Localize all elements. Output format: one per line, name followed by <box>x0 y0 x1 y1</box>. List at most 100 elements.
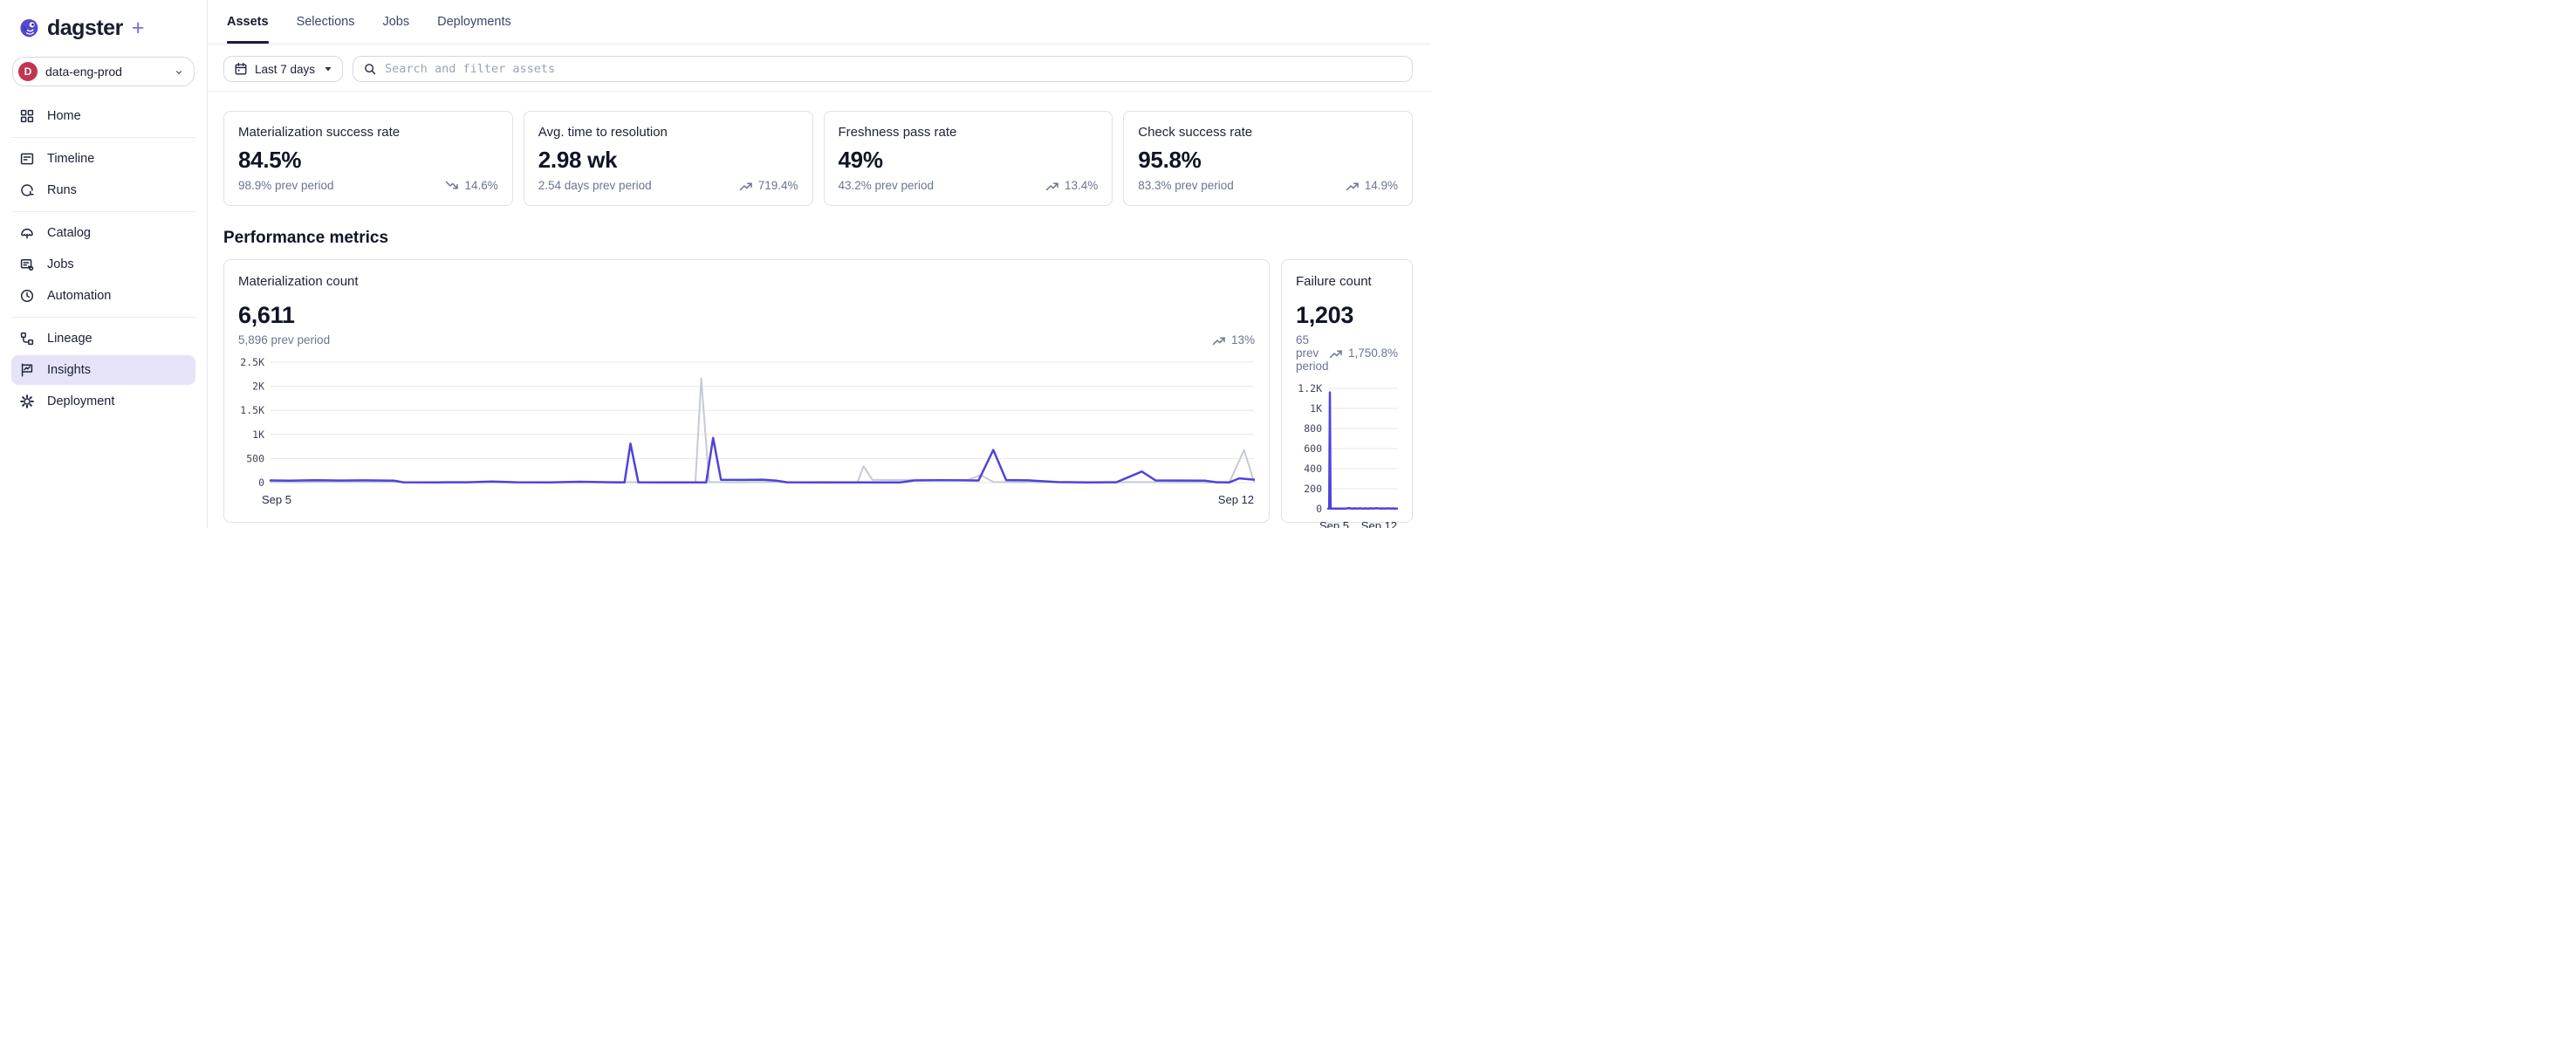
svg-text:Sep 12: Sep 12 <box>1361 519 1397 528</box>
chart-title: Failure count <box>1296 274 1398 289</box>
sidebar-item-lineage[interactable]: Lineage <box>11 324 195 353</box>
trend-value: 719.4% <box>758 179 798 192</box>
timeline-icon <box>19 151 35 167</box>
filter-bar: Last 7 days <box>208 45 1431 92</box>
sidebar-item-label: Automation <box>47 289 111 303</box>
metric-prev-period: 98.9% prev period <box>238 179 334 192</box>
sidebar-item-automation[interactable]: Automation <box>11 281 195 311</box>
sidebar-item-deployment[interactable]: Deployment <box>11 387 195 416</box>
metric-cards-row: Materialization success rate 84.5% 98.9% p… <box>223 111 1413 206</box>
sidebar-item-label: Deployment <box>47 394 114 408</box>
line-chart[interactable]: 05001K1.5K2K2.5KSep 5Sep 12 <box>238 353 1255 509</box>
trend-value: 14.6% <box>464 179 497 192</box>
svg-text:500: 500 <box>246 452 264 464</box>
trending-up-icon <box>739 180 753 192</box>
svg-text:1K: 1K <box>252 429 264 441</box>
chart-prev-period: 65 prev period <box>1296 333 1329 373</box>
svg-text:800: 800 <box>1304 422 1322 435</box>
sidebar-item-label: Lineage <box>47 332 92 346</box>
trending-up-icon <box>1346 180 1360 192</box>
tab-assets[interactable]: Assets <box>227 0 269 44</box>
search-input[interactable] <box>353 56 1413 82</box>
brand-plus-badge: + <box>132 16 145 41</box>
svg-text:1K: 1K <box>1310 402 1322 415</box>
sidebar-item-catalog[interactable]: Catalog <box>11 218 195 248</box>
sidebar: dagster + D data-eng-prod Home Timeline Ru… <box>0 0 208 528</box>
metric-value: 2.98 wk <box>538 147 798 174</box>
metric-title: Freshness pass rate <box>839 125 1099 140</box>
metric-value: 84.5% <box>238 147 498 174</box>
metric-card: Avg. time to resolution 2.98 wk 2.54 days … <box>524 111 813 206</box>
chart-footer: 65 prev period 1,750.8% <box>1296 333 1398 373</box>
metric-title: Avg. time to resolution <box>538 125 798 140</box>
metric-footer: 98.9% prev period 14.6% <box>238 179 498 192</box>
insights-content: Materialization success rate 84.5% 98.9% p… <box>208 92 1431 528</box>
trending-up-icon <box>1212 334 1226 346</box>
svg-text:400: 400 <box>1304 463 1322 475</box>
trending-up-icon <box>1329 347 1343 360</box>
gear-icon <box>19 394 35 409</box>
trending-up-icon <box>1045 180 1059 192</box>
line-chart[interactable]: 02004006008001K1.2KSep 5Sep 12 <box>1296 380 1398 528</box>
sidebar-nav: Home Timeline Runs Catalog Jobs Automation Lin… <box>0 100 207 418</box>
trend-value: 1,750.8% <box>1348 346 1398 360</box>
tab-deployments[interactable]: Deployments <box>437 0 511 44</box>
jobs-icon <box>19 257 35 272</box>
date-range-button[interactable]: Last 7 days <box>223 56 343 82</box>
sidebar-item-label: Runs <box>47 183 77 197</box>
metric-prev-period: 83.3% prev period <box>1138 179 1234 192</box>
metric-value: 49% <box>839 147 1099 174</box>
sidebar-divider <box>11 137 195 138</box>
chart-host: 05001K1.5K2K2.5KSep 5Sep 12 <box>238 353 1255 515</box>
main-area: Assets Selections Jobs Deployments Last 7 d… <box>208 0 1431 528</box>
runs-icon <box>19 182 35 198</box>
sidebar-divider <box>11 317 195 318</box>
lineage-icon <box>19 331 35 346</box>
metric-value: 95.8% <box>1138 147 1398 174</box>
trend-indicator: 1,750.8% <box>1329 346 1398 360</box>
svg-text:Sep 12: Sep 12 <box>1218 493 1254 506</box>
sidebar-item-home[interactable]: Home <box>11 101 195 131</box>
svg-text:2K: 2K <box>252 381 264 393</box>
metric-footer: 83.3% prev period 14.9% <box>1138 179 1398 192</box>
chart-card: Failure count1,20365 prev period1,750.8%… <box>1281 259 1413 523</box>
metric-prev-period: 2.54 days prev period <box>538 179 652 192</box>
deployment-selector-label: data-eng-prod <box>45 65 165 79</box>
metric-title: Check success rate <box>1138 125 1398 140</box>
sidebar-item-timeline[interactable]: Timeline <box>11 144 195 174</box>
sidebar-item-insights[interactable]: Insights <box>11 355 195 385</box>
trending-down-icon <box>445 180 459 192</box>
trend-indicator: 13.4% <box>1045 179 1098 192</box>
brand-wordmark: dagster <box>47 16 123 41</box>
home-grid-icon <box>19 108 35 124</box>
chart-cards-row: Materialization count6,6115,896 prev per… <box>223 259 1413 523</box>
svg-text:200: 200 <box>1304 483 1322 495</box>
search-icon <box>363 62 377 76</box>
metric-title: Materialization success rate <box>238 125 498 140</box>
dagster-octopus-icon <box>19 18 40 39</box>
brand-logo: dagster + <box>0 0 207 41</box>
sidebar-divider <box>11 211 195 212</box>
sidebar-item-label: Timeline <box>47 152 94 166</box>
trend-indicator: 14.9% <box>1346 179 1398 192</box>
metric-prev-period: 43.2% prev period <box>839 179 935 192</box>
chart-footer: 5,896 prev period13% <box>238 333 1255 346</box>
chart-prev-period: 5,896 prev period <box>238 333 330 346</box>
chart-value: 6,611 <box>238 302 1255 329</box>
sidebar-item-label: Insights <box>47 363 91 377</box>
search-container <box>353 56 1413 82</box>
metric-card: Materialization success rate 84.5% 98.9% p… <box>223 111 513 206</box>
metric-card: Check success rate 95.8% 83.3% prev period… <box>1123 111 1413 206</box>
tab-selections[interactable]: Selections <box>297 0 355 44</box>
chart-host: 02004006008001K1.2KSep 5Sep 12 <box>1296 380 1398 528</box>
sidebar-item-label: Jobs <box>47 257 74 271</box>
sidebar-item-runs[interactable]: Runs <box>11 175 195 205</box>
deployment-avatar: D <box>18 62 38 81</box>
metric-card: Freshness pass rate 49% 43.2% prev period 1… <box>824 111 1113 206</box>
tab-jobs[interactable]: Jobs <box>382 0 409 44</box>
caret-down-icon <box>324 65 332 73</box>
svg-text:2.5K: 2.5K <box>240 356 264 368</box>
deployment-selector[interactable]: D data-eng-prod <box>12 57 195 86</box>
sidebar-item-jobs[interactable]: Jobs <box>11 250 195 279</box>
metric-footer: 43.2% prev period 13.4% <box>839 179 1099 192</box>
